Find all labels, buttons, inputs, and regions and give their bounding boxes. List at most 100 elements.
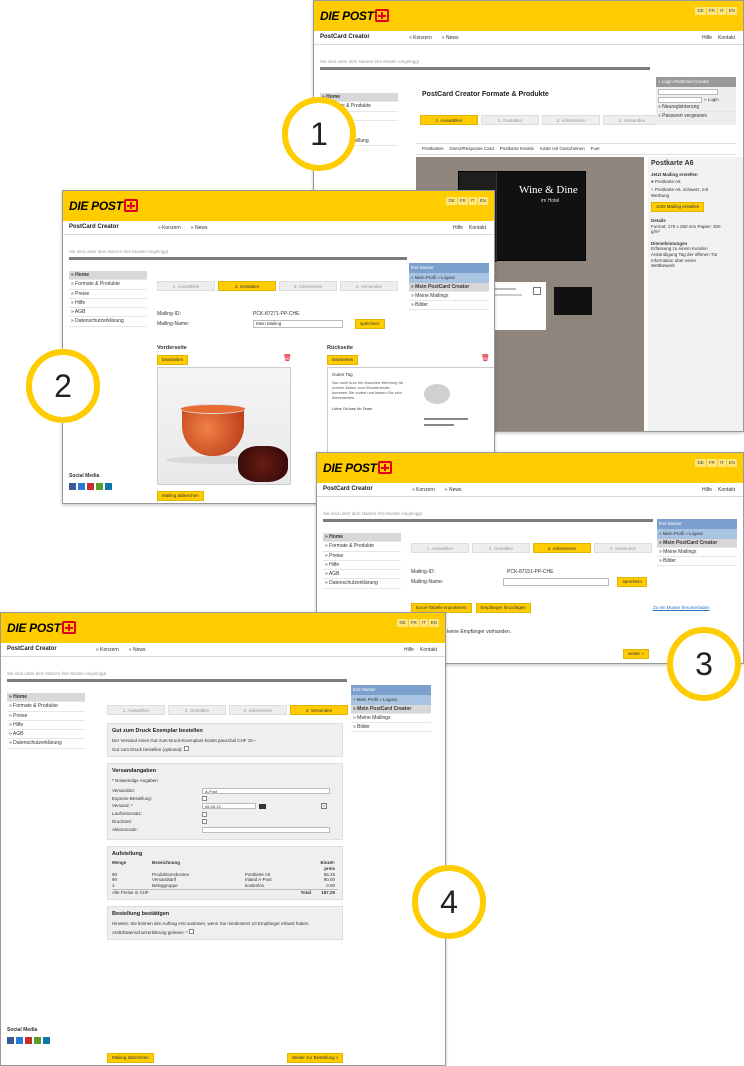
sidebar-item-hilfe[interactable]: » Hilfe bbox=[7, 721, 85, 730]
filter-response[interactable]: Direct/Response Card bbox=[450, 146, 494, 152]
sidebar-item-datenschutz[interactable]: » Datenschutzerklärung bbox=[323, 579, 401, 589]
logo[interactable]: DIE POST bbox=[69, 199, 138, 214]
express-checkbox[interactable] bbox=[202, 795, 207, 801]
lang-en[interactable]: EN bbox=[726, 459, 737, 467]
action-code-input[interactable] bbox=[202, 826, 330, 833]
step-3[interactable]: 3. Adressieren bbox=[533, 543, 591, 553]
linkedin-icon[interactable] bbox=[105, 483, 112, 490]
sidebar-item-formate[interactable]: » Formate & Produkte bbox=[69, 280, 147, 290]
step-2[interactable]: 2. Gestalten bbox=[218, 281, 276, 291]
step-4[interactable]: 4. Versenden bbox=[603, 115, 661, 125]
back-edit-button[interactable]: bearbeiten bbox=[327, 355, 359, 365]
sidebar-item-preise[interactable]: » Preise bbox=[69, 290, 147, 299]
xing-icon[interactable] bbox=[34, 1037, 41, 1044]
sidebar-item-hilfe[interactable]: » Hilfe bbox=[323, 561, 401, 570]
step-4[interactable]: 4. Versenden bbox=[290, 705, 348, 715]
profile-link[interactable]: » Mein Profil bbox=[411, 275, 436, 280]
step-3[interactable]: 3. Adressieren bbox=[229, 705, 287, 715]
option-2[interactable]: Postkarte A6, schwarz, mit Werbung bbox=[651, 187, 708, 198]
front-image-tea[interactable] bbox=[157, 367, 291, 485]
filter-gutschein[interactable]: Karte mit Gutscheinen bbox=[540, 146, 585, 152]
filter-fuer[interactable]: Fuer bbox=[591, 146, 600, 152]
nav-my-creator[interactable]: » Mein PostCard Creator bbox=[657, 538, 737, 548]
step-2[interactable]: 2. Gestalten bbox=[168, 705, 226, 715]
linkedin-icon[interactable] bbox=[43, 1037, 50, 1044]
delete-icon[interactable]: 🗑 bbox=[481, 355, 490, 364]
sidebar-item-agb[interactable]: » AGB bbox=[69, 308, 147, 318]
sidebar-item-preise[interactable]: » Preise bbox=[7, 712, 85, 721]
logo[interactable]: DIE POST bbox=[7, 621, 76, 636]
step-1[interactable]: 1. Auswählen bbox=[157, 281, 215, 291]
sidebar-item-preise[interactable]: » Preise bbox=[323, 552, 401, 561]
logout-link[interactable]: » Logout bbox=[379, 697, 397, 702]
logout-link[interactable]: » Logout bbox=[685, 531, 703, 536]
nav-images[interactable]: » Bilder bbox=[409, 301, 489, 311]
login-button[interactable]: » Login bbox=[704, 97, 719, 103]
nav-my-creator[interactable]: » Mein PostCard Creator bbox=[351, 704, 431, 714]
sidebar-item-agb[interactable]: » AGB bbox=[323, 570, 401, 580]
nav-konzern[interactable]: » Konzern bbox=[96, 647, 119, 653]
lang-en[interactable]: EN bbox=[428, 619, 439, 627]
lang-it[interactable]: IT bbox=[419, 619, 428, 627]
field-checkbox[interactable] bbox=[202, 819, 207, 825]
lang-fr[interactable]: FR bbox=[408, 619, 419, 627]
filter-kreativ[interactable]: Postkarte Kreativ bbox=[500, 146, 534, 152]
filter-postkarten[interactable]: Postkarten bbox=[422, 146, 444, 152]
step-3[interactable]: 3. Adressieren bbox=[542, 115, 600, 125]
nav-hilfe[interactable]: Hilfe bbox=[404, 647, 414, 653]
create-mailing-button[interactable]: Jetzt Mailing erstellen bbox=[651, 202, 705, 212]
next-button[interactable]: weiter » bbox=[623, 649, 649, 659]
agb-checkbox[interactable] bbox=[189, 928, 195, 934]
sidebar-item-datenschutz[interactable]: » Datenschutzerklärung bbox=[7, 739, 85, 749]
step-1[interactable]: 1. Auswählen bbox=[411, 543, 469, 553]
step-1[interactable]: 1. Auswählen bbox=[107, 705, 165, 715]
front-edit-button[interactable]: bearbeiten bbox=[157, 355, 189, 365]
sidebar-item-home[interactable]: » Home bbox=[69, 271, 147, 281]
nav-kontakt[interactable]: Kontakt bbox=[469, 225, 486, 231]
nav-konzern[interactable]: » Konzern bbox=[158, 225, 181, 231]
mailing-name-input[interactable]: Mein Mailing bbox=[253, 320, 343, 329]
logout-link[interactable]: » Logout bbox=[437, 275, 455, 280]
youtube-icon[interactable] bbox=[87, 483, 94, 490]
cancel-mailing-button[interactable]: Mailing abbrechen bbox=[157, 491, 204, 501]
profile-link[interactable]: » Mein Profil bbox=[353, 697, 378, 702]
nav-news[interactable]: » News bbox=[191, 225, 208, 231]
nav-my-mailings[interactable]: » Meine Mailings bbox=[351, 714, 431, 724]
nav-konzern[interactable]: » Konzern bbox=[409, 35, 432, 41]
logo[interactable]: DIE POST bbox=[320, 9, 389, 24]
lang-it[interactable]: IT bbox=[468, 197, 477, 205]
nav-kontakt[interactable]: Kontakt bbox=[420, 647, 437, 653]
lang-de[interactable]: DE bbox=[446, 197, 457, 205]
nav-images[interactable]: » Bilder bbox=[657, 557, 737, 567]
logo[interactable]: DIE POST bbox=[323, 461, 392, 476]
sidebar-item-home[interactable]: » Home bbox=[323, 533, 401, 543]
nav-hilfe[interactable]: Hilfe bbox=[702, 487, 712, 493]
lang-de[interactable]: DE bbox=[695, 7, 706, 15]
step-1[interactable]: 1. Auswählen bbox=[420, 115, 478, 125]
youtube-icon[interactable] bbox=[25, 1037, 32, 1044]
lang-de[interactable]: DE bbox=[397, 619, 408, 627]
lang-en[interactable]: EN bbox=[477, 197, 488, 205]
nav-my-mailings[interactable]: » Meine Mailings bbox=[409, 292, 489, 302]
nav-my-creator[interactable]: » Mein PostCard Creator bbox=[409, 282, 489, 292]
nav-hilfe[interactable]: Hilfe bbox=[453, 225, 463, 231]
facebook-icon[interactable] bbox=[7, 1037, 14, 1044]
nav-news[interactable]: » News bbox=[442, 35, 459, 41]
step-2[interactable]: 2. Gestalten bbox=[472, 543, 530, 553]
facebook-icon[interactable] bbox=[69, 483, 76, 490]
xing-icon[interactable] bbox=[96, 483, 103, 490]
save-button[interactable]: speichern bbox=[617, 577, 647, 587]
lang-en[interactable]: EN bbox=[726, 7, 737, 15]
option-1[interactable]: Postkarte A6 bbox=[655, 179, 681, 184]
nav-images[interactable]: » Bilder bbox=[351, 723, 431, 733]
lang-fr[interactable]: FR bbox=[706, 7, 717, 15]
sidebar-item-hilfe[interactable]: » Hilfe bbox=[69, 299, 147, 308]
info-icon[interactable]: i bbox=[321, 803, 327, 810]
shipping-type-select[interactable]: A-Post bbox=[202, 787, 330, 794]
mailing-name-input[interactable] bbox=[503, 578, 610, 587]
username-input[interactable] bbox=[658, 88, 718, 95]
profile-link[interactable]: » Mein Profil bbox=[659, 531, 684, 536]
twitter-icon[interactable] bbox=[16, 1037, 23, 1044]
delete-icon[interactable]: 🗑 bbox=[283, 355, 292, 364]
nav-my-mailings[interactable]: » Meine Mailings bbox=[657, 548, 737, 558]
